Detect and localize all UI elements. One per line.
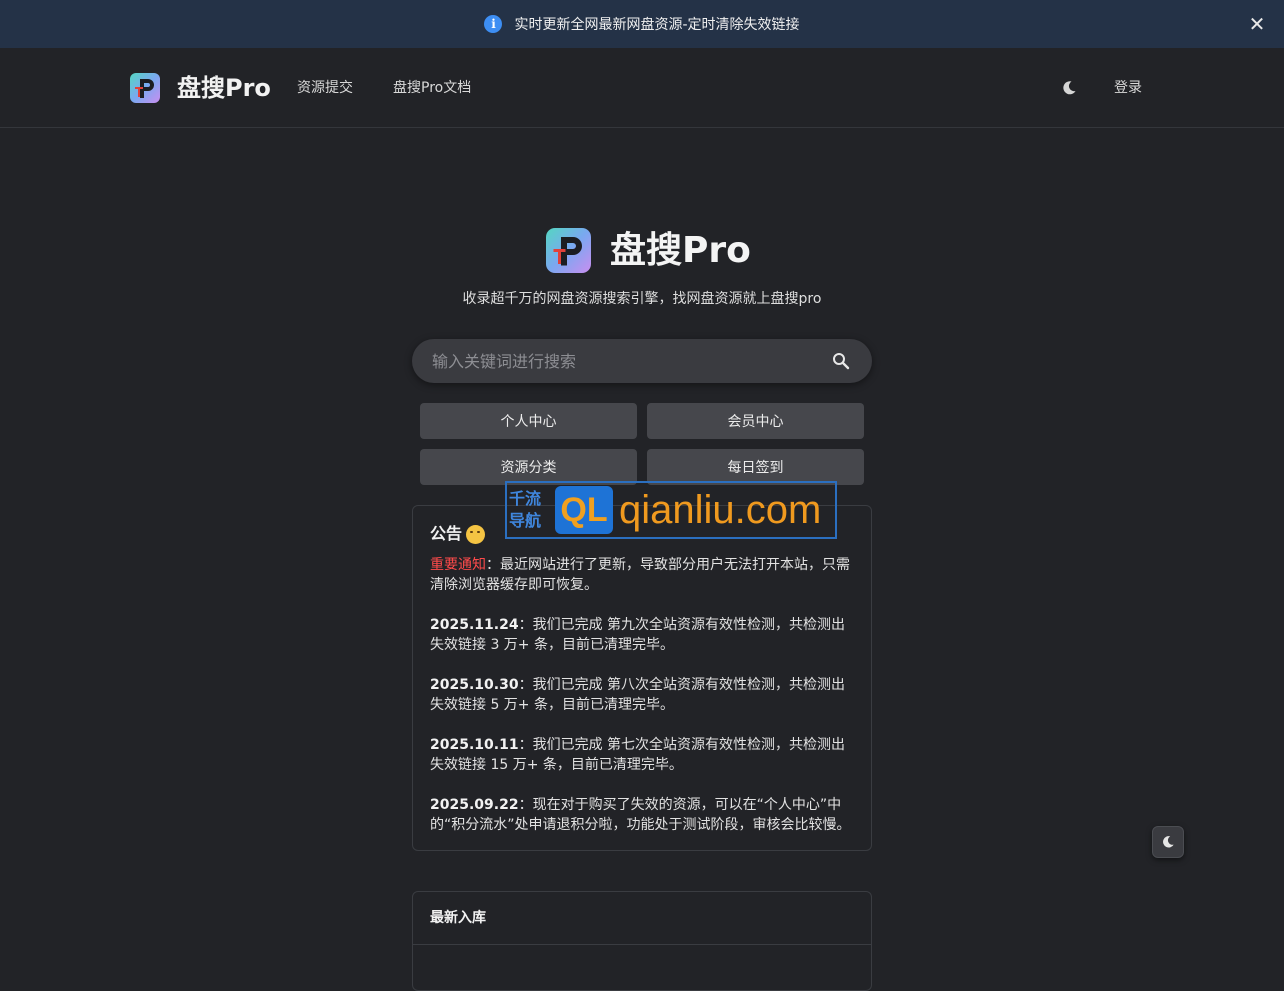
theme-toggle-button[interactable] <box>1152 826 1184 858</box>
search-box <box>412 339 872 383</box>
notice-title: 公告 <box>430 523 486 545</box>
daily-checkin-button[interactable]: 每日签到 <box>647 449 864 485</box>
notice-title-text: 公告 <box>430 524 463 543</box>
navbar: 盘搜Pro 资源提交 盘搜Pro文档 登录 <box>0 48 1284 128</box>
important-text: ：最近网站进行了更新，导致部分用户无法打开本站，只需清除浏览器缓存即可恢复。 <box>430 557 850 593</box>
nav-link-docs[interactable]: 盘搜Pro文档 <box>393 78 471 98</box>
watermark-cn-line2: 导航 <box>509 511 542 530</box>
notice-important: 重要通知：最近网站进行了更新，导致部分用户无法打开本站，只需清除浏览器缓存即可恢… <box>430 555 856 595</box>
hero-title: 盘搜Pro <box>610 230 751 271</box>
watermark-badge: QL <box>555 486 613 534</box>
logo-icon <box>546 228 591 273</box>
watermark-url: qianliu.com <box>619 488 822 532</box>
notice-body: 重要通知：最近网站进行了更新，导致部分用户无法打开本站，只需清除浏览器缓存即可恢… <box>430 555 856 835</box>
notice-item: 2025.09.22：现在对于购买了失效的资源，可以在“个人中心”中的“积分流水… <box>430 795 856 835</box>
latest-title: 最新入库 <box>430 910 486 926</box>
notice-item: 2025.11.24：我们已完成 第九次全站资源有效性检测，共检测出失效链接 3… <box>430 615 856 655</box>
member-center-button[interactable]: 会员中心 <box>647 403 864 439</box>
moon-icon[interactable] <box>1061 80 1077 96</box>
notice-date: 2025.11.24 <box>430 617 519 633</box>
personal-center-button[interactable]: 个人中心 <box>420 403 637 439</box>
nav-brand[interactable]: 盘搜Pro <box>177 72 271 104</box>
close-icon[interactable]: ✕ <box>1246 13 1268 35</box>
emoji-icon <box>466 524 486 544</box>
notice-date: 2025.10.30 <box>430 677 519 693</box>
banner-text: 实时更新全网最新网盘资源-定时清除失效链接 <box>514 17 800 33</box>
notice-item: 2025.10.11：我们已完成 第七次全站资源有效性检测，共检测出失效链接 1… <box>430 735 856 775</box>
watermark-logo: 千流 导航 QL qianliu.com <box>505 481 837 539</box>
nav-link-submit[interactable]: 资源提交 <box>297 78 353 98</box>
notice-date: 2025.09.22 <box>430 797 519 813</box>
search-input[interactable] <box>412 339 812 383</box>
watermark-cn-line1: 千流 <box>509 489 542 508</box>
notice-card: 公告 重要通知：最近网站进行了更新，导致部分用户无法打开本站，只需清除浏览器缓存… <box>412 505 872 851</box>
search-icon[interactable] <box>832 352 850 370</box>
logo-icon[interactable] <box>130 73 160 103</box>
divider <box>413 944 871 945</box>
watermark-cn: 千流 导航 <box>509 488 553 532</box>
latest-card: 最新入库 <box>412 891 872 991</box>
banner-content: i 实时更新全网最新网盘资源-定时清除失效链接 <box>484 14 800 34</box>
important-label: 重要通知 <box>430 557 486 573</box>
info-icon: i <box>484 15 503 33</box>
hero-subtitle: 收录超千万的网盘资源搜索引擎，找网盘资源就上盘搜pro <box>462 291 822 307</box>
notice-date: 2025.10.11 <box>430 737 519 753</box>
notice-item: 2025.10.30：我们已完成 第八次全站资源有效性检测，共检测出失效链接 5… <box>430 675 856 715</box>
moon-icon <box>1163 836 1174 848</box>
resource-category-button[interactable]: 资源分类 <box>420 449 637 485</box>
login-link[interactable]: 登录 <box>1114 78 1142 98</box>
announcement-banner: i 实时更新全网最新网盘资源-定时清除失效链接 ✕ <box>0 0 1284 48</box>
